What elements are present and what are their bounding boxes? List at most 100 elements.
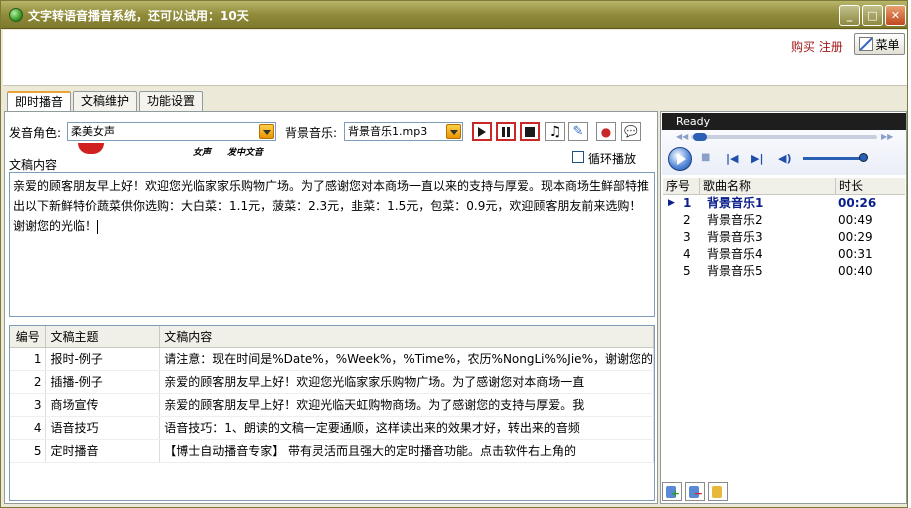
playlist-actions: + − xyxy=(662,482,728,501)
seek-bar[interactable] xyxy=(691,135,877,139)
voice-script-female: 女声 xyxy=(193,148,212,158)
track-duration: 00:49 xyxy=(838,213,873,227)
maximize-icon[interactable]: □ xyxy=(862,5,883,26)
table-row[interactable]: 5 定时播音 【博士自动播音专家】 带有灵活而且强大的定时播音功能。点击软件右上… xyxy=(10,439,654,463)
row-content: 语音技巧：1、朗读的文稿一定要通顺，这样读出来的效果才好，转出来的音频 xyxy=(159,416,654,440)
close-icon[interactable]: ✕ xyxy=(885,5,906,26)
fast-forward-icon[interactable]: ▶▶ xyxy=(881,132,893,141)
playlist: 序号 歌曲名称 时长 ▶ 1 背景音乐1 00:26 2 背景音乐2 00:49… xyxy=(663,178,905,280)
folder-icon xyxy=(712,486,722,498)
row-content: 亲爱的顾客朋友早上好！欢迎光临天虹购物商场。为了感谢您的支持与厚爱。我 xyxy=(159,393,654,417)
row-topic: 商场宣传 xyxy=(45,393,161,417)
column-header-topic[interactable]: 文稿主题 xyxy=(45,326,161,348)
pause-icon xyxy=(502,126,510,137)
play-icon xyxy=(478,126,486,137)
pen-icon xyxy=(859,37,874,51)
table-row[interactable]: 1 报时-例子 请注意：现在时间是%Date%，%Week%，%Time%，农历… xyxy=(10,347,654,371)
play-circle-icon[interactable] xyxy=(668,147,692,171)
stop-button[interactable] xyxy=(520,122,540,141)
previous-icon[interactable]: |◀ xyxy=(726,152,738,165)
record-icon: ● xyxy=(600,124,612,139)
column-header-id[interactable]: 编号 xyxy=(10,326,47,348)
title-bar[interactable]: 文字转语音播音系统，还可以试用：10天 _ □ ✕ xyxy=(1,1,907,29)
row-content: 亲爱的顾客朋友早上好！欢迎您光临家家乐购物广场。为了感谢您对本商场一直 xyxy=(159,370,654,394)
bgm-select[interactable]: 背景音乐1.mp3 xyxy=(344,122,463,141)
playlist-row[interactable]: 5 背景音乐5 00:40 xyxy=(663,263,905,280)
play-button[interactable] xyxy=(472,122,492,141)
track-duration: 00:29 xyxy=(838,230,873,244)
seek-handle[interactable] xyxy=(693,133,707,141)
column-header-content[interactable]: 文稿内容 xyxy=(159,326,654,348)
row-topic: 定时播音 xyxy=(45,439,161,463)
chevron-down-icon[interactable] xyxy=(259,124,274,139)
table-row[interactable]: 2 插播-例子 亲爱的顾客朋友早上好！欢迎您光临家家乐购物广场。为了感谢您对本商… xyxy=(10,370,654,394)
chevron-down-icon[interactable] xyxy=(446,124,461,139)
playlist-row[interactable]: ▶ 1 背景音乐1 00:26 xyxy=(663,195,905,212)
voice-value: 柔美女声 xyxy=(71,125,115,138)
track-no: 1 xyxy=(683,196,692,210)
record-button[interactable]: ● xyxy=(596,122,616,141)
window-title: 文字转语音播音系统，还可以试用：10天 xyxy=(28,9,249,23)
music-button[interactable]: ♫ xyxy=(545,122,565,141)
track-duration: 00:40 xyxy=(838,264,873,278)
chat-button[interactable]: 💬 xyxy=(621,122,641,141)
top-toolbar-area xyxy=(3,30,907,86)
track-no: 2 xyxy=(683,213,691,227)
add-track-button[interactable]: + xyxy=(662,482,682,501)
row-id: 5 xyxy=(10,439,47,463)
playlist-header-no[interactable]: 序号 xyxy=(663,178,700,194)
row-id: 3 xyxy=(10,393,47,417)
next-icon[interactable]: ▶| xyxy=(751,152,763,165)
plus-icon: + xyxy=(670,487,680,500)
table-row[interactable]: 4 语音技巧 语音技巧：1、朗读的文稿一定要通顺，这样读出来的效果才好，转出来的… xyxy=(10,416,654,440)
volume-icon[interactable]: ◀) xyxy=(778,152,792,165)
table-header-row: 编号 文稿主题 文稿内容 xyxy=(10,326,654,348)
tab-bar: 即时播音 文稿维护 功能设置 xyxy=(7,91,205,112)
buy-link[interactable]: 购买 xyxy=(791,40,815,54)
loop-checkbox[interactable] xyxy=(572,151,584,163)
bgm-label: 背景音乐: xyxy=(285,126,338,140)
row-topic: 插播-例子 xyxy=(45,370,161,394)
row-id: 2 xyxy=(10,370,47,394)
remove-track-button[interactable]: − xyxy=(685,482,705,501)
manuscript-textarea[interactable]: 亲爱的顾客朋友早上好！欢迎您光临家家乐购物广场。为了感谢您对本商场一直以来的支持… xyxy=(9,172,655,317)
voice-select[interactable]: 柔美女声 xyxy=(67,122,276,141)
playlist-header: 序号 歌曲名称 时长 xyxy=(663,178,905,195)
playlist-row[interactable]: 3 背景音乐3 00:29 xyxy=(663,229,905,246)
track-no: 5 xyxy=(683,264,691,278)
playlist-header-duration[interactable]: 时长 xyxy=(836,178,905,194)
playlist-row[interactable]: 2 背景音乐2 00:49 xyxy=(663,212,905,229)
open-folder-button[interactable] xyxy=(708,482,728,501)
voice-label: 发音角色: xyxy=(9,126,62,140)
menu-button[interactable]: 菜单 xyxy=(854,33,905,55)
track-no: 4 xyxy=(683,247,691,261)
playlist-header-name[interactable]: 歌曲名称 xyxy=(700,178,836,194)
rewind-icon[interactable]: ◀◀ xyxy=(676,132,688,141)
tab-manuscript-maintenance[interactable]: 文稿维护 xyxy=(73,91,138,111)
row-id: 4 xyxy=(10,416,47,440)
volume-handle[interactable] xyxy=(859,153,868,162)
minimize-icon[interactable]: _ xyxy=(839,5,860,26)
stop-icon xyxy=(525,126,535,137)
track-duration: 00:26 xyxy=(838,196,877,210)
row-topic: 语音技巧 xyxy=(45,416,161,440)
volume-slider[interactable] xyxy=(803,157,867,160)
pause-button[interactable] xyxy=(496,122,516,141)
bgm-value: 背景音乐1.mp3 xyxy=(348,125,428,138)
app-logo-icon xyxy=(9,8,23,22)
app-window: 文字转语音播音系统，还可以试用：10天 _ □ ✕ 购买 注册 菜单 即时播音 … xyxy=(0,0,908,508)
tab-live-broadcast[interactable]: 即时播音 xyxy=(7,91,72,112)
menu-label: 菜单 xyxy=(875,37,900,52)
table-row[interactable]: 3 商场宣传 亲爱的顾客朋友早上好！欢迎光临天虹购物商场。为了感谢您的支持与厚爱… xyxy=(10,393,654,417)
music-note-icon: ♫ xyxy=(548,123,562,140)
manuscript-label: 文稿内容 xyxy=(9,158,58,172)
manuscript-table: 编号 文稿主题 文稿内容 1 报时-例子 请注意：现在时间是%Date%，%We… xyxy=(9,325,655,501)
track-name: 背景音乐4 xyxy=(707,247,763,261)
stop-icon[interactable]: ■ xyxy=(701,152,710,163)
tab-settings[interactable]: 功能设置 xyxy=(139,91,204,111)
playlist-row[interactable]: 4 背景音乐4 00:31 xyxy=(663,246,905,263)
buy-register-links: 购买 注册 xyxy=(791,38,843,55)
voice-test-button[interactable]: ✎ xyxy=(568,122,588,141)
row-topic: 报时-例子 xyxy=(45,347,161,371)
register-link[interactable]: 注册 xyxy=(819,40,843,54)
